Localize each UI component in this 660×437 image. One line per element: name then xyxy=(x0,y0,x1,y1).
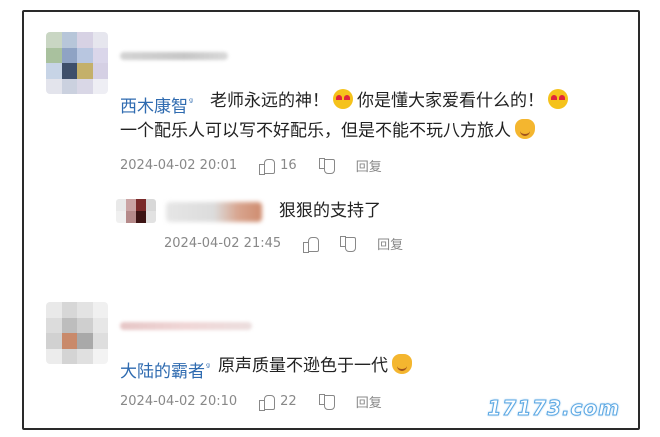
thumbs-up-icon xyxy=(259,158,276,175)
comment-panel: 西木康智ᵍ 老师永远的神！ 你是懂大家爱看什么的！ 一个配乐人可以写不好配乐，但是… xyxy=(22,10,640,430)
like-button[interactable]: 16 xyxy=(259,158,297,175)
reply-button[interactable]: 回复 xyxy=(377,234,403,253)
username[interactable]: 大陆的霸者ᵍ xyxy=(120,357,210,382)
comment-meta: 2024-04-02 20:10 22 回复 xyxy=(120,392,382,411)
avatar[interactable] xyxy=(46,302,108,364)
thumbs-down-icon xyxy=(340,236,357,252)
comment-meta: 2024-04-02 20:01 16 回复 xyxy=(120,156,382,175)
reply-meta: 2024-04-02 21:45 回复 xyxy=(164,234,403,253)
avatar[interactable] xyxy=(46,32,108,94)
thumbs-down-icon xyxy=(318,158,335,174)
verified-icon: ᵍ xyxy=(189,97,194,109)
heart-eyes-emoji xyxy=(548,89,568,109)
like-button[interactable]: 22 xyxy=(259,394,297,411)
reply-button[interactable]: 回复 xyxy=(356,392,382,411)
dislike-button[interactable] xyxy=(340,236,357,252)
verified-icon: ᵍ xyxy=(206,362,211,374)
timestamp: 2024-04-02 20:01 xyxy=(120,158,238,173)
comment-text: 一个配乐人可以写不好配乐，但是不能不玩八方旅人 xyxy=(120,117,539,145)
comment-text: 原声质量不逊色于一代 xyxy=(218,352,416,380)
reply-avatar[interactable] xyxy=(116,199,156,223)
like-count: 16 xyxy=(280,158,297,173)
blurred-username xyxy=(120,52,228,60)
blurred-username xyxy=(120,322,252,330)
thumbs-down-icon xyxy=(318,394,335,410)
blurred-reply-username xyxy=(166,202,262,222)
reply-text: 狠狠的支持了 xyxy=(279,201,381,221)
dislike-button[interactable] xyxy=(318,394,335,410)
timestamp: 2024-04-02 20:10 xyxy=(120,394,238,409)
dislike-button[interactable] xyxy=(318,158,335,174)
watermark-logo: 17173.com xyxy=(487,396,620,421)
thumbs-up-icon xyxy=(303,236,320,253)
comment-text: 老师永远的神！ 你是懂大家爱看什么的！ xyxy=(210,87,572,115)
cat-emoji xyxy=(515,119,535,139)
timestamp: 2024-04-02 21:45 xyxy=(164,236,282,251)
heart-eyes-emoji xyxy=(333,89,353,109)
like-button[interactable] xyxy=(303,236,320,253)
thumbs-up-icon xyxy=(259,394,276,411)
cat-emoji xyxy=(392,354,412,374)
reply-button[interactable]: 回复 xyxy=(356,156,382,175)
like-count: 22 xyxy=(280,394,297,409)
username[interactable]: 西木康智ᵍ xyxy=(120,92,193,117)
